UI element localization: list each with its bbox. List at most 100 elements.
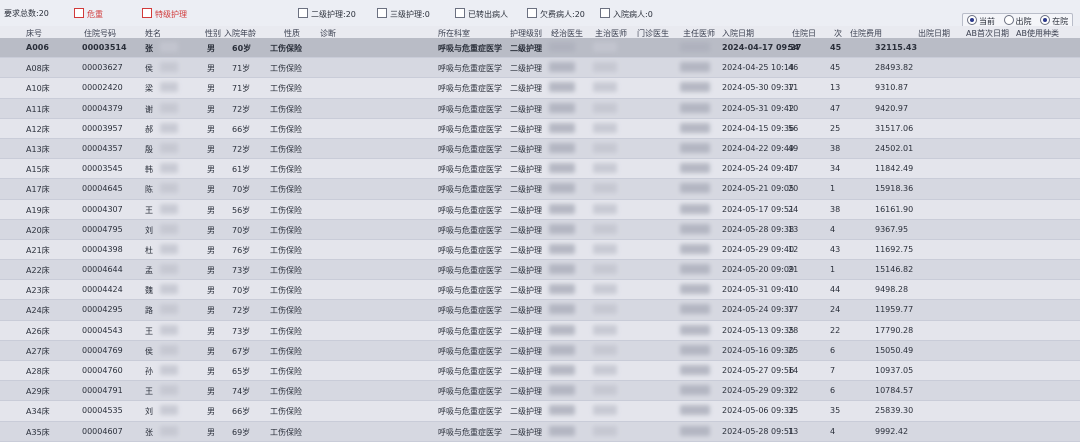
redacted-block bbox=[680, 82, 710, 93]
radio-in-hospital[interactable]: 在院 bbox=[1040, 15, 1068, 26]
cell-name: 孙 bbox=[145, 367, 153, 376]
cell-age: 69岁 bbox=[232, 427, 251, 437]
cell-name: 张 bbox=[145, 44, 153, 53]
cell-name: 王 bbox=[145, 205, 153, 215]
cell-sex: 男 bbox=[207, 367, 215, 376]
radio-current-label: 当前 bbox=[979, 17, 995, 26]
filter-level3-label: 三级护理:0 bbox=[390, 10, 430, 19]
filter-level3-checkbox[interactable]: 三级护理:0 bbox=[377, 8, 430, 20]
table-row[interactable]: A24床 00004295 路 男 72岁 工伤保险 呼吸与危重症医学 二级护理 2024-05… bbox=[0, 300, 1080, 321]
table-row[interactable]: A26床 00004543 王 男 73岁 工伤保险 呼吸与危重症医学 二级护理 2024-05… bbox=[0, 320, 1080, 341]
redacted-block bbox=[549, 163, 575, 174]
cell-ward: 呼吸与危重症医学 bbox=[438, 225, 502, 235]
cell-ward: 呼吸与危重症医学 bbox=[438, 84, 502, 94]
redacted-block bbox=[549, 425, 575, 436]
cell-nature: 工伤保险 bbox=[270, 346, 302, 356]
cell-ward: 呼吸与危重症医学 bbox=[438, 367, 502, 376]
cell-inpatient-no: 00003514 bbox=[82, 43, 127, 52]
cell-times: 24 bbox=[830, 305, 841, 315]
cell-sex: 男 bbox=[207, 326, 215, 336]
redacted-block bbox=[680, 243, 710, 254]
table-row[interactable]: A21床 00004398 杜 男 76岁 工伤保险 呼吸与危重症医学 二级护理 2024-05… bbox=[0, 239, 1080, 261]
cell-name: 韩 bbox=[145, 165, 153, 175]
table-row[interactable]: A13床 00004357 殷 男 72岁 工伤保险 呼吸与危重症医学 二级护理 2024-04… bbox=[0, 138, 1080, 160]
cell-times: 35 bbox=[830, 406, 841, 416]
table-row[interactable]: A19床 00004307 王 男 56岁 工伤保险 呼吸与危重症医学 二级护理 2024-05… bbox=[0, 199, 1080, 220]
cell-inpatient-no: 00004543 bbox=[82, 325, 123, 335]
cell-inpatient-no: 00004307 bbox=[82, 204, 123, 214]
table-row[interactable]: A15床 00003545 韩 男 61岁 工伤保险 呼吸与危重症医学 二级护理 2024-05… bbox=[0, 159, 1080, 180]
cell-nurse-level: 二级护理 bbox=[510, 44, 542, 53]
cell-inpatient-no: 00004760 bbox=[82, 366, 123, 375]
table-row[interactable]: A27床 00004769 侯 男 67岁 工伤保险 呼吸与危重症医学 二级护理 2024-05… bbox=[0, 340, 1080, 361]
cell-nurse-level: 二级护理 bbox=[510, 64, 542, 74]
cell-nature: 工伤保险 bbox=[270, 266, 302, 276]
table-row[interactable]: A22床 00004644 孟 男 73岁 工伤保险 呼吸与危重症医学 二级护理 2024-05… bbox=[0, 260, 1080, 281]
redacted-block bbox=[160, 344, 178, 355]
redacted-block bbox=[549, 42, 575, 52]
redacted-block bbox=[593, 304, 617, 315]
cell-bed: A34床 bbox=[26, 407, 50, 417]
cell-inpatient-no: 00003957 bbox=[82, 123, 123, 133]
table-row[interactable]: A10床 00002420 梁 男 71岁 工伤保险 呼吸与危重症医学 二级护理 2024-05… bbox=[0, 78, 1080, 99]
cell-times: 47 bbox=[830, 103, 841, 113]
redacted-block bbox=[593, 183, 617, 194]
cell-inpatient-no: 00004607 bbox=[82, 426, 123, 436]
cell-nature: 工伤保险 bbox=[270, 245, 302, 255]
cell-sex: 男 bbox=[207, 225, 215, 235]
filter-critical-checkbox[interactable]: 危重 bbox=[74, 8, 103, 20]
table-row[interactable]: A29床 00004791 王 男 74岁 工伤保险 呼吸与危重症医学 二级护理 2024-05… bbox=[0, 381, 1080, 402]
cell-age: 61岁 bbox=[232, 165, 251, 175]
cell-fee: 11959.77 bbox=[875, 305, 914, 315]
cell-age: 73岁 bbox=[232, 266, 251, 276]
cell-name: 陈 bbox=[145, 185, 153, 195]
filter-admitting-label: 入院病人:0 bbox=[613, 10, 653, 19]
redacted-block bbox=[680, 264, 710, 275]
cell-name: 刘 bbox=[145, 407, 153, 417]
table-row[interactable]: A34床 00004535 刘 男 66岁 工伤保险 呼吸与危重症医学 二级护理 2024-05… bbox=[0, 401, 1080, 422]
filter-special-care-checkbox[interactable]: 特级护理 bbox=[142, 8, 187, 20]
cell-name: 谢 bbox=[145, 104, 153, 114]
radio-current[interactable]: 当前 bbox=[967, 15, 995, 26]
filter-level2-checkbox[interactable]: 二级护理:20 bbox=[298, 8, 356, 20]
filter-arrears-checkbox[interactable]: 欠费病人:20 bbox=[527, 8, 585, 20]
table-row[interactable]: A006 00003514 张男 60岁 工伤保险 呼吸与危重症医学 二级护理 2024-04… bbox=[0, 38, 1080, 59]
cell-days: 12 bbox=[788, 386, 799, 396]
table-row[interactable]: A08床 00003627 侯 男 71岁 工伤保险 呼吸与危重症医学 二级护理 2024-04… bbox=[0, 58, 1080, 79]
cell-ward: 呼吸与危重症医学 bbox=[438, 44, 502, 53]
cell-nurse-level: 二级护理 bbox=[510, 225, 542, 235]
table-row[interactable]: A17床 00004645 陈 男 70岁 工伤保险 呼吸与危重症医学 二级护理 2024-05… bbox=[0, 179, 1080, 200]
table-row[interactable]: A12床 00003957 郝 男 66岁 工伤保险 呼吸与危重症医学 二级护理 2024-04… bbox=[0, 118, 1080, 139]
table-row[interactable]: A20床 00004795 刘 男 70岁 工伤保险 呼吸与危重症医学 二级护理 2024-05… bbox=[0, 219, 1080, 240]
table-row[interactable]: A11床 00004379 谢 男 72岁 工伤保险 呼吸与危重症医学 二级护理 2024-05… bbox=[0, 98, 1080, 119]
cell-name: 侯 bbox=[145, 346, 153, 356]
cell-fee: 9498.28 bbox=[875, 285, 909, 295]
table-row[interactable]: A23床 00004424 魏 男 70岁 工伤保险 呼吸与危重症医学 二级护理 2024-05… bbox=[0, 280, 1080, 301]
cell-nurse-level: 二级护理 bbox=[510, 104, 542, 114]
cell-days: 13 bbox=[788, 224, 799, 234]
cell-admit-date: 2024-05-06 09:32 bbox=[722, 406, 795, 416]
cell-age: 71岁 bbox=[232, 64, 251, 74]
cell-name: 侯 bbox=[145, 64, 153, 74]
cell-sex: 男 bbox=[207, 84, 215, 94]
cell-days: 13 bbox=[788, 426, 799, 436]
cell-nature: 工伤保险 bbox=[270, 326, 302, 336]
table-row[interactable]: A28床 00004760 孙 男 65岁 工伤保险 呼吸与危重症医学 二级护理 2024-05… bbox=[0, 361, 1080, 382]
cell-times: 45 bbox=[830, 43, 842, 52]
cell-sex: 男 bbox=[207, 44, 215, 53]
cell-bed: A28床 bbox=[26, 367, 50, 376]
radio-discharged[interactable]: 出院 bbox=[1003, 15, 1032, 26]
cell-admit-date: 2024-04-15 09:36 bbox=[722, 123, 795, 133]
cell-sex: 男 bbox=[207, 104, 215, 114]
redacted-block bbox=[593, 42, 617, 52]
filter-transferred-checkbox[interactable]: 已转出病人 bbox=[455, 8, 508, 20]
cell-sex: 男 bbox=[207, 286, 215, 296]
table-row[interactable]: A35床 00004607 张 男 69岁 工伤保险 呼吸与危重症医学 二级护理 2024-05… bbox=[0, 421, 1080, 442]
redacted-block bbox=[160, 142, 178, 153]
cell-bed: A12床 bbox=[26, 124, 50, 134]
cell-nature: 工伤保险 bbox=[270, 387, 302, 397]
cell-nurse-level: 二级护理 bbox=[510, 144, 542, 154]
cell-fee: 10937.05 bbox=[875, 366, 914, 375]
filter-admitting-checkbox[interactable]: 入院病人:0 bbox=[600, 8, 653, 20]
cell-times: 45 bbox=[830, 63, 841, 73]
